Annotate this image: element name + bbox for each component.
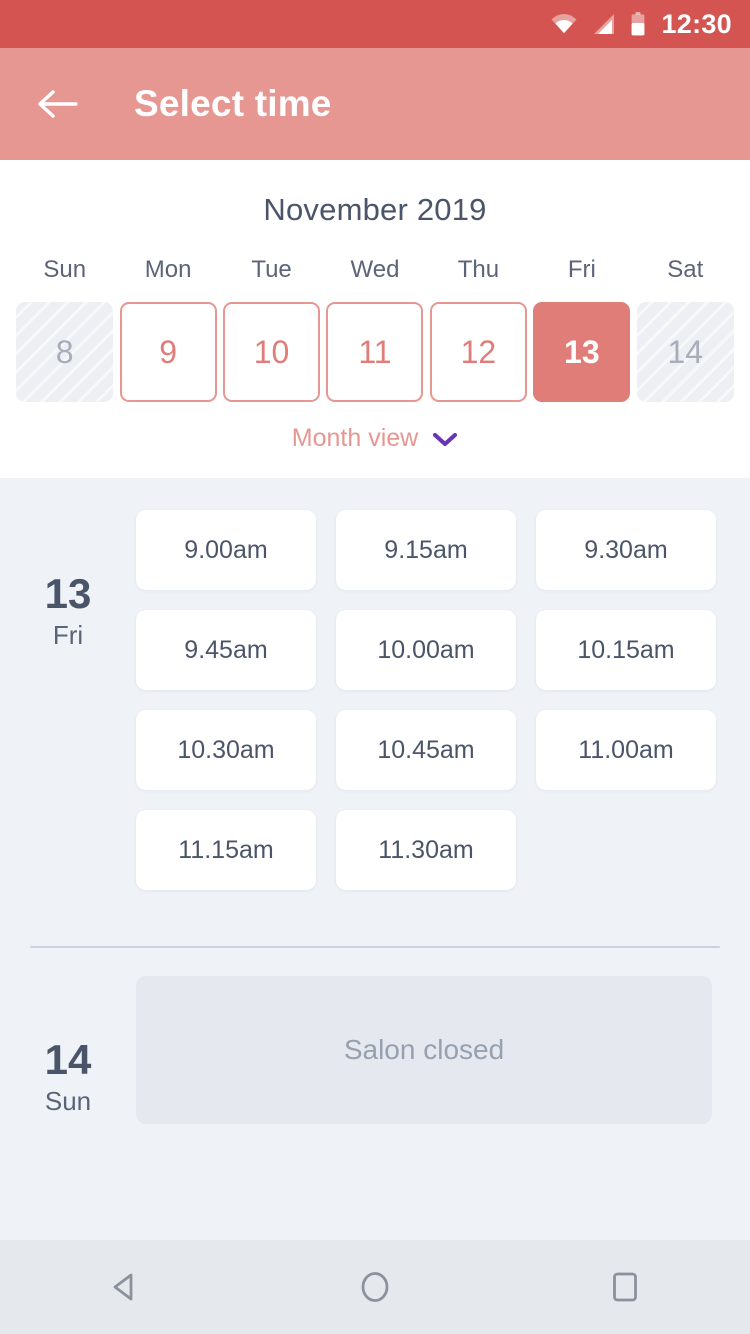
time-slot[interactable]: 11.00am: [536, 710, 716, 790]
calendar-day-12[interactable]: 12: [429, 302, 527, 402]
day-slot: 13: [530, 302, 633, 402]
calendar-days-row: 8 9 10 11 12 13 14: [0, 302, 750, 402]
weekday-label-thu: Thu: [457, 256, 500, 283]
time-slot[interactable]: 9.00am: [136, 510, 316, 590]
weekday-label-fri: Fri: [567, 256, 596, 283]
schedule-day-stamp-14: 14 Sun: [0, 976, 136, 1124]
page-title: Select time: [134, 83, 332, 124]
status-bar-clock: 12:30: [661, 8, 732, 39]
wifi-icon: [551, 14, 577, 34]
back-nav-icon[interactable]: [70, 1240, 180, 1334]
calendar-day-9[interactable]: 9: [119, 302, 217, 402]
back-arrow-icon[interactable]: [20, 48, 94, 160]
weekday-label-mon: Mon: [144, 256, 192, 283]
schedule-day-name: Fri: [52, 620, 84, 651]
schedule-list: 13 Fri 9.00am 9.15am 9.30am 9.45am 10.00…: [0, 478, 750, 1240]
time-slot[interactable]: 11.15am: [136, 810, 316, 890]
calendar-card: November 2019 Sun Mon Tue Wed Thu Fri Sa…: [0, 160, 750, 478]
android-nav-bar: [0, 1240, 750, 1334]
calendar-day-8: 8: [16, 302, 114, 402]
battery-icon: [631, 12, 645, 36]
schedule-day-number: 13: [44, 570, 92, 617]
month-view-toggle[interactable]: Month view: [0, 424, 750, 453]
time-slot[interactable]: 10.00am: [336, 610, 516, 690]
schedule-day-name: Sun: [44, 1086, 92, 1117]
calendar-day-14: 14: [636, 302, 734, 402]
schedule-day-stamp-13: 13 Fri: [0, 510, 136, 890]
time-slot-grid: 9.00am 9.15am 9.30am 9.45am 10.00am 10.1…: [136, 510, 750, 890]
calendar-day-13-selected[interactable]: 13: [533, 302, 631, 402]
recents-nav-icon[interactable]: [570, 1240, 680, 1334]
time-slot[interactable]: 9.30am: [536, 510, 716, 590]
month-label: November 2019: [263, 192, 487, 227]
weekday-label-sun: Sun: [43, 256, 87, 283]
schedule-day-group-14: 14 Sun Salon closed: [0, 948, 750, 1124]
app-bar: Select time: [0, 48, 750, 160]
salon-closed-card: Salon closed: [136, 976, 712, 1124]
time-slot[interactable]: 9.45am: [136, 610, 316, 690]
weekday-header-row: Sun Mon Tue Wed Thu Fri Sat: [0, 256, 750, 284]
phone-screen: 12:30 Select time November 2019 Sun Mon …: [0, 0, 750, 1334]
weekday-label-sat: Sat: [667, 256, 704, 283]
month-view-label: Month view: [291, 424, 419, 452]
calendar-day-11[interactable]: 11: [326, 302, 424, 402]
weekday-label-tue: Tue: [251, 256, 292, 283]
time-slot[interactable]: 10.30am: [136, 710, 316, 790]
day-slot: 14: [634, 302, 737, 402]
cell-signal-icon: [593, 13, 615, 35]
time-slot[interactable]: 11.30am: [336, 810, 516, 890]
day-slot: 11: [323, 302, 426, 402]
day-slot: 12: [427, 302, 530, 402]
time-slot[interactable]: 9.15am: [336, 510, 516, 590]
chevron-down-icon: [432, 431, 458, 447]
schedule-day-number: 14: [44, 1036, 92, 1083]
weekday-label-wed: Wed: [350, 256, 400, 283]
status-bar: 12:30: [0, 0, 750, 48]
day-slot: 9: [116, 302, 219, 402]
schedule-day-group-13: 13 Fri 9.00am 9.15am 9.30am 9.45am 10.00…: [0, 478, 750, 890]
home-nav-icon[interactable]: [320, 1240, 430, 1334]
calendar-day-10[interactable]: 10: [223, 302, 321, 402]
time-slot[interactable]: 10.45am: [336, 710, 516, 790]
day-slot: 8: [13, 302, 116, 402]
day-slot: 10: [220, 302, 323, 402]
time-slot[interactable]: 10.15am: [536, 610, 716, 690]
